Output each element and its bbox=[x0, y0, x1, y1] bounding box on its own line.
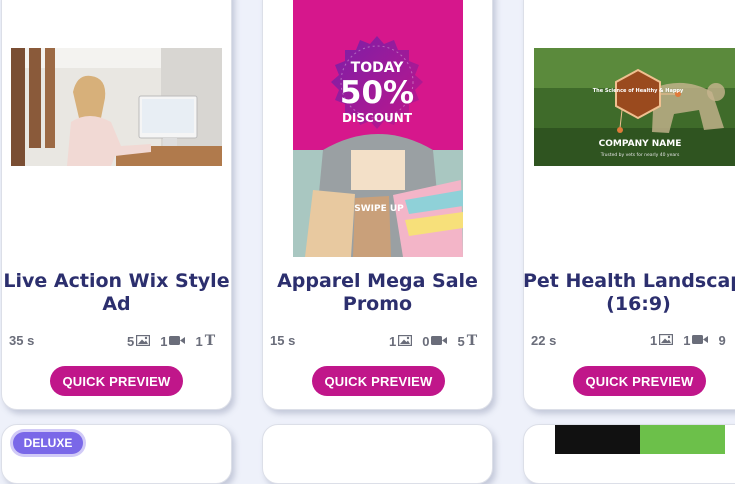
text-count: 1 bbox=[195, 333, 203, 349]
duration: 35 s bbox=[9, 333, 35, 348]
quick-preview-button[interactable]: QUICK PREVIEW bbox=[50, 366, 183, 396]
card-title-line1: Pet Health Landscape bbox=[523, 270, 735, 292]
quick-preview-button[interactable]: QUICK PREVIEW bbox=[573, 366, 706, 396]
card-title: Live Action Wix Style Ad bbox=[1, 270, 232, 316]
deluxe-badge: DELUXE bbox=[13, 432, 83, 454]
thumbnail-row2-3[interactable] bbox=[555, 425, 725, 454]
video-camera-icon bbox=[692, 333, 709, 348]
card-title-line2: (16:9) bbox=[606, 293, 671, 315]
thumb-hex-text: The Science of Healthy & Happy bbox=[593, 88, 684, 94]
image-icon bbox=[398, 334, 413, 349]
thumbnail-pet-health[interactable]: The Science of Healthy & Happy COMPANY N… bbox=[534, 48, 735, 166]
card-title-line1: Live Action Wix Style bbox=[3, 270, 230, 292]
card-title-line2: Promo bbox=[342, 293, 413, 315]
thumbnail-apparel-sale[interactable]: TODAY 50% DISCOUNT SWIPE UP bbox=[293, 0, 463, 257]
thumb-swipe: SWIPE UP bbox=[354, 204, 404, 214]
thumbnail-live-action[interactable] bbox=[11, 48, 222, 166]
asset-stats: 5 1 1 T bbox=[127, 333, 215, 349]
thumb-company: COMPANY NAME bbox=[599, 139, 682, 149]
text-icon: T bbox=[204, 333, 216, 349]
asset-stats: 1 0 5 T bbox=[389, 333, 477, 349]
thumb-percent: 50% bbox=[340, 75, 414, 111]
text-count: 9 bbox=[718, 333, 726, 348]
card-title: Pet Health Landscape (16:9) bbox=[523, 270, 735, 316]
duration: 15 s bbox=[270, 333, 296, 348]
text-icon: T bbox=[466, 333, 478, 349]
image-icon bbox=[659, 333, 674, 348]
image-count: 1 bbox=[389, 333, 397, 349]
video-camera-icon bbox=[169, 334, 186, 349]
thumb-discount: DISCOUNT bbox=[342, 111, 413, 125]
video-count: 1 bbox=[683, 333, 691, 348]
card-title-line1: Apparel Mega Sale bbox=[277, 270, 478, 292]
asset-stats: 1 1 9 bbox=[650, 333, 726, 348]
text-count: 5 bbox=[457, 333, 465, 349]
thumb-today: TODAY bbox=[351, 60, 405, 76]
thumb-tagline: Trusted by vets for nearly 40 years bbox=[600, 152, 680, 158]
card-title-line2: Ad bbox=[102, 293, 131, 315]
image-count: 1 bbox=[650, 333, 658, 348]
duration: 22 s bbox=[531, 333, 557, 348]
video-count: 0 bbox=[422, 333, 430, 349]
card-title: Apparel Mega Sale Promo bbox=[262, 270, 493, 316]
image-count: 5 bbox=[127, 333, 135, 349]
image-icon bbox=[136, 334, 151, 349]
video-count: 1 bbox=[160, 333, 168, 349]
video-camera-icon bbox=[431, 334, 448, 349]
quick-preview-button[interactable]: QUICK PREVIEW bbox=[312, 366, 445, 396]
template-card-row2-2[interactable] bbox=[262, 424, 493, 484]
